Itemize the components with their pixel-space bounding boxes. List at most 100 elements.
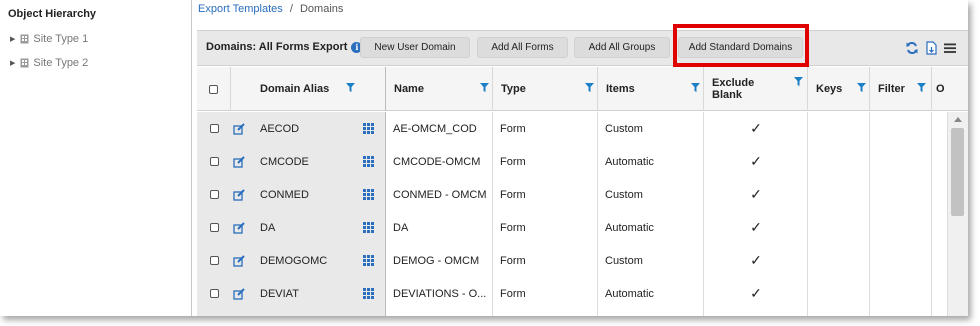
edit-icon-cell xyxy=(233,244,247,277)
add-all-forms-button[interactable]: Add All Forms xyxy=(477,37,568,58)
breadcrumb-separator: / xyxy=(289,3,293,15)
edit-icon[interactable] xyxy=(233,122,245,135)
column-header-name[interactable]: Name xyxy=(386,67,493,111)
grid-icon-cell xyxy=(363,244,377,277)
annotation-highlight-box xyxy=(673,24,809,67)
edit-icon[interactable] xyxy=(233,188,245,201)
type-cell: Form xyxy=(500,155,526,168)
tree-item-site-type-1[interactable]: ▶ Site Type 1 xyxy=(10,31,88,47)
exclude-blank-check-icon: ✓ xyxy=(750,252,762,268)
new-user-domain-button[interactable]: New User Domain xyxy=(360,37,470,58)
column-label: Keys xyxy=(816,83,843,95)
filter-icon[interactable] xyxy=(857,83,866,92)
row-checkbox-cell xyxy=(197,145,231,178)
column-label: Type xyxy=(501,83,526,95)
edit-icon[interactable] xyxy=(233,254,245,267)
vertical-scrollbar[interactable] xyxy=(947,112,968,316)
expand-arrow-icon[interactable]: ▶ xyxy=(10,35,15,43)
column-header-domain-alias[interactable]: Domain Alias xyxy=(231,67,386,111)
expand-arrow-icon[interactable]: ▶ xyxy=(10,59,15,67)
tree-item-site-type-2[interactable]: ▶ Site Type 2 xyxy=(10,55,88,71)
name-cell: DEVIATIONS - O... xyxy=(393,287,487,300)
menu-icon[interactable] xyxy=(943,41,957,55)
domain-alias-cell: CMCODE xyxy=(260,155,309,168)
add-all-groups-button[interactable]: Add All Groups xyxy=(574,37,670,58)
table-row[interactable]: CONMED CONMED - OMCM Form Custom ✓ xyxy=(197,178,947,211)
toolbar-title-text: Domains: All Forms Export xyxy=(206,41,348,53)
filter-icon[interactable] xyxy=(917,83,926,92)
edit-icon-cell xyxy=(233,145,247,178)
column-header-overflow[interactable]: O xyxy=(932,67,968,111)
edit-icon-cell xyxy=(233,178,247,211)
column-header-filter[interactable]: Filter xyxy=(870,67,932,111)
column-header-keys[interactable]: Keys xyxy=(808,67,870,111)
grid-icon[interactable] xyxy=(363,123,374,134)
column-label-line-1: Exclude xyxy=(712,77,755,89)
grid-icon-cell xyxy=(363,211,377,244)
scrollbar-thumb[interactable] xyxy=(951,128,964,216)
row-checkbox[interactable] xyxy=(209,190,219,199)
column-header-type[interactable]: Type xyxy=(493,67,598,111)
row-checkbox-cell xyxy=(197,244,231,277)
grid-icon-cell xyxy=(363,277,377,310)
row-checkbox[interactable] xyxy=(209,289,219,298)
grid-icon-cell xyxy=(363,178,377,211)
breadcrumb-export-templates-link[interactable]: Export Templates xyxy=(198,3,283,15)
table-row[interactable]: AECOD AE-OMCM_COD Form Custom ✓ xyxy=(197,112,947,145)
table-row[interactable]: DEVIAT DEVIATIONS - O... Form Automatic … xyxy=(197,277,947,310)
breadcrumb-current: Domains xyxy=(299,3,344,15)
domain-alias-cell: DA xyxy=(260,221,276,234)
filter-icon[interactable] xyxy=(794,77,803,86)
row-checkbox-cell xyxy=(197,277,231,310)
grid-icon[interactable] xyxy=(363,189,374,200)
table-row[interactable]: CMCODE CMCODE-OMCM Form Automatic ✓ xyxy=(197,145,947,178)
grid-icon-cell xyxy=(363,145,377,178)
scroll-up-arrow-icon[interactable] xyxy=(954,117,962,122)
name-cell: CMCODE-OMCM xyxy=(393,155,481,168)
refresh-icon[interactable] xyxy=(905,41,919,55)
filter-icon[interactable] xyxy=(585,83,594,92)
grid-icon[interactable] xyxy=(363,288,374,299)
row-checkbox[interactable] xyxy=(209,256,219,265)
name-cell: AE-OMCM_COD xyxy=(393,122,477,135)
select-all-checkbox[interactable] xyxy=(209,84,218,94)
domain-alias-cell: DEMOGOMC xyxy=(260,254,328,267)
grid-icon[interactable] xyxy=(363,222,374,233)
edit-icon[interactable] xyxy=(233,287,245,300)
column-label: Domain Alias xyxy=(260,83,330,95)
grid-icon[interactable] xyxy=(363,156,374,167)
row-checkbox[interactable] xyxy=(209,223,219,232)
column-header-exclude-blank[interactable]: Exclude Blank xyxy=(704,67,808,111)
table-row[interactable]: DA DA Form Automatic ✓ xyxy=(197,211,947,244)
column-header-items[interactable]: Items xyxy=(598,67,704,111)
items-cell: Custom xyxy=(605,122,643,135)
name-cell: CONMED - OMCM xyxy=(393,188,487,201)
filter-icon[interactable] xyxy=(346,83,355,92)
grid-icon-cell xyxy=(363,112,377,145)
filter-icon[interactable] xyxy=(691,83,700,92)
edit-icon-cell xyxy=(233,112,247,145)
row-checkbox[interactable] xyxy=(209,157,219,166)
items-cell: Automatic xyxy=(605,221,654,234)
table-body: AECOD AE-OMCM_COD Form Custom ✓ CMCODE C… xyxy=(197,112,947,316)
column-label: Items xyxy=(606,83,635,95)
name-cell: DEMOG - OMCM xyxy=(393,254,480,267)
row-checkbox[interactable] xyxy=(209,124,219,133)
table-row[interactable]: DEMOGOMC DEMOG - OMCM Form Custom ✓ xyxy=(197,244,947,277)
edit-icon-cell xyxy=(233,277,247,310)
export-file-icon[interactable] xyxy=(924,41,938,55)
edit-icon[interactable] xyxy=(233,221,245,234)
panel-title: Object Hierarchy xyxy=(8,8,97,20)
select-all-header xyxy=(197,67,231,111)
exclude-blank-check-icon: ✓ xyxy=(750,219,762,235)
type-cell: Form xyxy=(500,221,526,234)
grid-icon[interactable] xyxy=(363,255,374,266)
toolbar-title: Domains: All Forms Export i xyxy=(206,41,363,53)
filter-icon[interactable] xyxy=(480,83,489,92)
domain-alias-cell: CONMED xyxy=(260,188,309,201)
tree-item-label: Site Type 2 xyxy=(33,57,89,69)
items-cell: Custom xyxy=(605,254,643,267)
exclude-blank-check-icon: ✓ xyxy=(750,153,762,169)
app-window: Object Hierarchy ▶ Site Type 1 ▶ Site Ty… xyxy=(0,0,968,316)
edit-icon[interactable] xyxy=(233,155,245,168)
